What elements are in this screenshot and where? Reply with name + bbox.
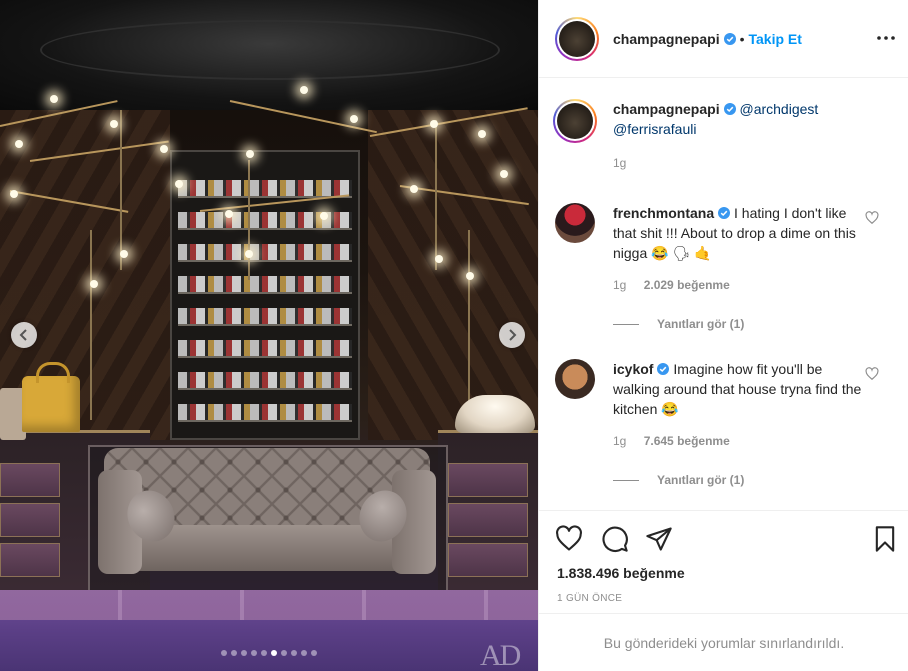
- follow-button[interactable]: Takip Et: [749, 31, 802, 47]
- comment-likes[interactable]: 7.645 beğenme: [644, 434, 730, 448]
- carousel-indicator: [0, 650, 538, 656]
- heart-icon[interactable]: [865, 211, 879, 225]
- post-side-panel: champagnepapi • Takip Et champagnepapi @…: [538, 0, 908, 671]
- comment-likes[interactable]: 2.029 beğenme: [644, 278, 730, 292]
- comment-username[interactable]: frenchmontana: [613, 205, 714, 221]
- comments-list[interactable]: champagnepapi @archdigest @ferrisrafauli…: [539, 79, 908, 509]
- avatar[interactable]: [553, 99, 597, 143]
- instagram-post: AD champagnepapi • Takip Et champagnepap…: [0, 0, 908, 671]
- verified-badge-icon: [723, 32, 736, 45]
- carousel-dot: [291, 650, 297, 656]
- avatar[interactable]: [555, 359, 595, 399]
- carousel-dot: [311, 650, 317, 656]
- caption-username[interactable]: champagnepapi: [613, 101, 720, 117]
- verified-badge-icon: [723, 103, 736, 115]
- carousel-next-button[interactable]: [499, 322, 525, 348]
- wall-right: [368, 110, 538, 440]
- view-replies-button[interactable]: Yanıtları gör (1): [613, 317, 744, 331]
- comment-icon[interactable]: [601, 525, 629, 553]
- header-username[interactable]: champagnepapi: [613, 31, 720, 47]
- chevron-right-icon: [509, 329, 517, 341]
- likes-count[interactable]: 1.838.496 beğenme: [557, 565, 685, 581]
- bookmark-icon[interactable]: [871, 525, 899, 553]
- carousel-dot: [301, 650, 307, 656]
- separator: •: [739, 30, 745, 47]
- post-actions: 1.838.496 beğenme 1 GÜN ÖNCE: [539, 510, 908, 626]
- handbag-yellow: [22, 362, 80, 432]
- carousel-dot: [221, 650, 227, 656]
- sneaker-shelf: [170, 150, 360, 440]
- comment-username[interactable]: icykof: [613, 361, 653, 377]
- carousel-dot: [231, 650, 237, 656]
- more-horizontal-icon[interactable]: [876, 28, 896, 48]
- carousel-dot: [241, 650, 247, 656]
- carousel-dot: [281, 650, 287, 656]
- comment-time[interactable]: 1g: [613, 278, 626, 292]
- chevron-left-icon: [19, 329, 27, 341]
- view-replies-button[interactable]: Yanıtları gör (1): [613, 473, 744, 487]
- verified-badge-icon: [657, 363, 670, 375]
- paper-plane-icon[interactable]: [645, 525, 673, 553]
- carousel-dot: [251, 650, 257, 656]
- ceiling: [0, 0, 538, 110]
- avatar[interactable]: [555, 16, 599, 61]
- crystal-bowl: [455, 395, 535, 433]
- heart-icon[interactable]: [865, 367, 879, 381]
- comments-restricted-notice: Bu gönderideki yorumlar sınırlandırıldı.: [539, 613, 908, 671]
- post-photo[interactable]: AD: [0, 0, 538, 671]
- ad-watermark: AD: [480, 639, 521, 671]
- heart-icon[interactable]: [555, 525, 583, 553]
- carousel-dot: [261, 650, 267, 656]
- comment-time[interactable]: 1g: [613, 434, 626, 448]
- counter-right: [438, 430, 538, 590]
- mention-link[interactable]: @archdigest: [739, 101, 818, 117]
- carousel-dot-active: [271, 650, 277, 656]
- avatar[interactable]: [555, 203, 595, 243]
- carousel-prev-button[interactable]: [11, 322, 37, 348]
- mention-link[interactable]: @ferrisrafauli: [613, 121, 696, 137]
- verified-badge-icon: [718, 207, 731, 219]
- post-timestamp[interactable]: 1 GÜN ÖNCE: [557, 593, 622, 604]
- post-header: champagnepapi • Takip Et: [539, 0, 908, 78]
- caption-time[interactable]: 1g: [613, 156, 626, 170]
